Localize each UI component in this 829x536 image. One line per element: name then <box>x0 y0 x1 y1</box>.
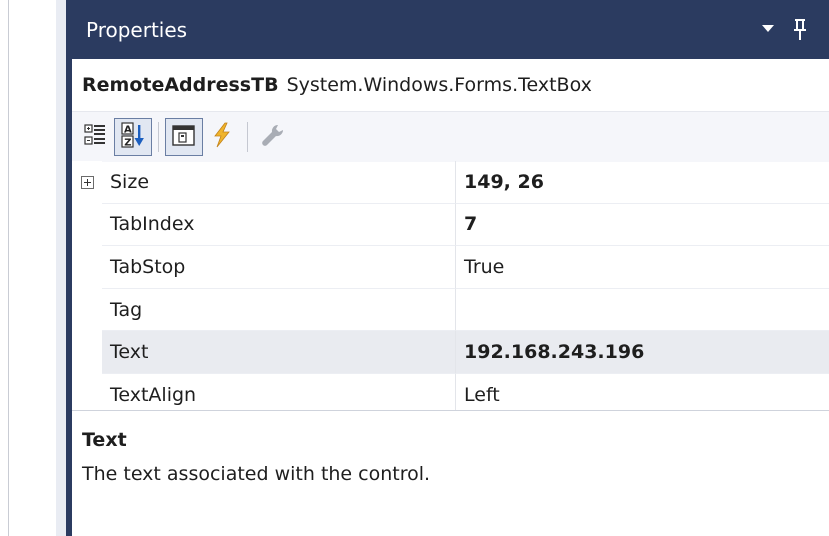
property-pages-button[interactable] <box>254 118 292 156</box>
alphabetical-icon: A Z <box>119 121 147 153</box>
left-editor-border <box>8 0 9 536</box>
property-pages-icon <box>260 122 286 152</box>
row-gutter <box>72 246 102 289</box>
object-name: RemoteAddressTB <box>82 74 279 96</box>
property-grid: Size 149, 26 TabIndex 7 TabStop True Tag… <box>72 161 829 411</box>
events-button[interactable] <box>203 118 241 156</box>
description-title: Text <box>82 429 127 451</box>
events-icon <box>209 121 235 153</box>
property-value[interactable]: 7 <box>456 204 829 247</box>
expand-icon[interactable] <box>80 175 94 189</box>
property-value[interactable]: Left <box>456 374 829 410</box>
property-name: TabIndex <box>102 203 456 247</box>
panel-splitter[interactable] <box>56 0 66 536</box>
property-name: TabStop <box>102 246 456 289</box>
property-name: Tag <box>102 288 456 332</box>
property-value[interactable]: True <box>456 246 829 289</box>
property-row-tabindex[interactable]: TabIndex 7 <box>72 203 829 247</box>
row-gutter <box>72 203 102 247</box>
row-gutter <box>72 161 102 204</box>
dropdown-icon[interactable] <box>759 16 777 40</box>
panel-title: Properties <box>86 17 188 42</box>
object-selector[interactable]: RemoteAddressTB System.Windows.Forms.Tex… <box>72 59 829 111</box>
row-gutter <box>72 373 102 410</box>
property-row-tag[interactable]: Tag <box>72 288 829 332</box>
toolbar-separator <box>247 122 248 152</box>
properties-toolbar: A Z <box>72 111 829 162</box>
panel-titlebar: Properties <box>72 0 829 59</box>
properties-icon <box>170 121 198 153</box>
property-row-tabstop[interactable]: TabStop True <box>72 246 829 289</box>
property-value[interactable]: 192.168.243.196 <box>456 331 829 374</box>
categorized-button[interactable] <box>76 118 114 156</box>
property-value[interactable]: 149, 26 <box>456 161 829 204</box>
property-name: Size <box>102 161 456 204</box>
description-pane: Text The text associated with the contro… <box>72 411 829 536</box>
properties-button[interactable] <box>165 118 203 156</box>
property-row-text[interactable]: Text 192.168.243.196 <box>72 331 829 374</box>
pin-icon[interactable] <box>788 16 812 42</box>
row-gutter <box>72 288 102 332</box>
property-row-textalign[interactable]: TextAlign Left <box>72 373 829 410</box>
toolbar-separator <box>158 122 159 152</box>
property-name: Text <box>102 331 456 374</box>
svg-text:A: A <box>124 125 132 136</box>
object-type: System.Windows.Forms.TextBox <box>286 74 592 96</box>
property-name: TextAlign <box>102 373 456 410</box>
svg-text:Z: Z <box>124 138 131 149</box>
description-text: The text associated with the control. <box>82 463 431 485</box>
alphabetical-button[interactable]: A Z <box>114 118 152 156</box>
properties-panel: Properties RemoteAddressTB System.Window… <box>72 0 829 536</box>
categorized-icon <box>82 122 108 152</box>
row-gutter <box>72 331 102 374</box>
property-row-size[interactable]: Size 149, 26 <box>72 161 829 204</box>
property-value[interactable] <box>456 289 829 332</box>
